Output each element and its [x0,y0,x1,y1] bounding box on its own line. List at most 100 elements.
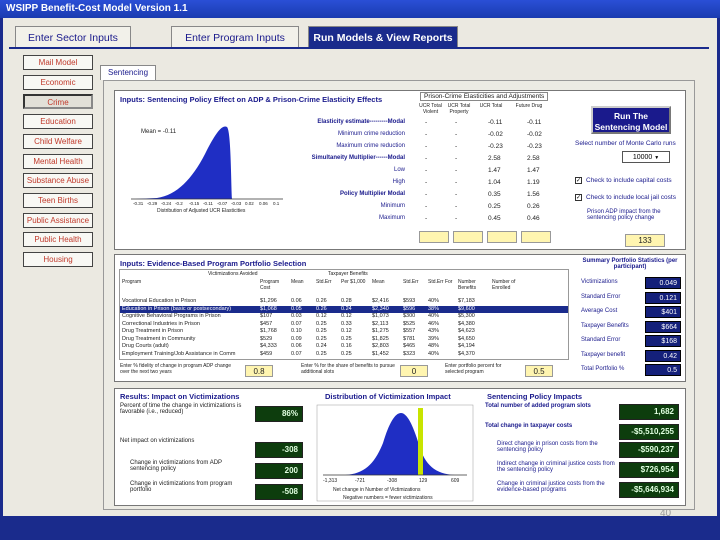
run-sentencing-model-button[interactable]: Run The Sentencing Model [591,106,671,134]
sidebar-item-substance-abuse[interactable]: Substance Abuse [23,173,93,188]
sidebar-item-education[interactable]: Education [23,114,93,129]
program-cell: 0.06 [291,298,302,304]
stat-value: $401 [645,306,681,318]
program-cell: 48% [428,343,440,349]
program-col-header: Mean [372,279,385,285]
program-cell: 43% [428,328,440,334]
program-cell: $300 [403,313,416,319]
program-cell: $4,370 [458,350,475,357]
sidebar-item-mental-health[interactable]: Mental Health [23,154,93,169]
program-row[interactable]: Vocational Education in Prison $1,296 0.06… [120,298,568,306]
section-title: Inputs: Sentencing Policy Effect on ADP … [120,95,383,104]
tab-enter-sector-inputs[interactable]: Enter Sector Inputs [15,26,131,48]
program-cell: $781 [403,335,416,342]
input2-value[interactable]: 0 [400,365,428,377]
elasticity-cell: - [425,191,428,198]
adp-vict-value: 200 [255,463,303,479]
program-cell: $9,600 [458,305,475,312]
program-cell: 0.12 [316,313,327,319]
sidebar-item-crime[interactable]: Crime [23,94,93,109]
elasticity-row-label: Maximum [378,215,405,221]
program-row[interactable]: Cognitive Behavioral Programs in Prison $… [120,313,568,321]
histogram-x-tick: 0.1 [273,201,280,206]
tab-divider [9,47,709,49]
jail-costs-checkbox[interactable]: ✓ [575,194,582,201]
section-title: Inputs: Evidence-Based Program Portfolio… [120,259,307,268]
program-cell: $5,300 [458,313,475,319]
program-cell: 38% [428,305,440,312]
elasticity-cell: - [425,131,428,138]
program-col-header: Number of Enrolled [492,279,516,291]
program-cell: 0.16 [341,343,352,349]
program-row[interactable]: Drug Treatment in Community $529 0.09 0.25 0… [120,335,568,344]
input-cell[interactable] [521,231,551,243]
program-row[interactable]: Employment Training/Job Assistance in Co… [120,350,568,359]
program-name: Drug Treatment in Community [122,335,196,342]
input-cell[interactable] [419,231,449,243]
program-cell: $107 [260,313,273,319]
impact-value: $726,954 [619,462,679,478]
stat-value: $168 [645,335,681,347]
input-cell[interactable] [453,231,483,243]
tab-enter-program-inputs[interactable]: Enter Program Inputs [171,26,299,48]
histogram-x-tick: 0.06 [259,201,268,206]
program-cell: 0.26 [316,305,327,312]
histogram-caption: Distribution of Adjusted UCR Elasticitie… [157,208,246,214]
input1-value[interactable]: 0.8 [245,365,273,377]
sidebar-item-public-assistance[interactable]: Public Assistance [23,213,93,228]
histogram-x-tick: -0.11 [203,201,213,206]
sidebar-item-mail-model[interactable]: Mail Model [23,55,93,70]
sidebar-item-teen-births[interactable]: Teen Births [23,193,93,208]
input2-label: Enter % for the share of benefits to pur… [301,363,395,375]
sidebar-item-public-health[interactable]: Public Health [23,232,93,247]
elasticity-cell: - [455,131,458,138]
program-cell: $465 [403,343,416,349]
program-row[interactable]: Correctional Industries in Prison $457 0.0… [120,320,568,329]
input3-value[interactable]: 0.5 [525,365,553,377]
elasticity-row-label: Elasticity estimate---------Modal [317,119,405,125]
col-header: UCR Total Property [447,103,471,115]
dist-note: Negative numbers = fewer victimizations [343,495,433,501]
input-cell[interactable] [487,231,517,243]
stat-label: Average Cost [581,308,618,314]
program-cell: 0.09 [291,335,302,342]
impact-value: -$5,510,255 [619,424,679,440]
program-row[interactable]: Drug Treatment in Prison $1,768 0.10 0.25 0.… [120,328,568,336]
col-header: Future Drug [515,103,543,109]
dist-x-tick: 609 [451,478,460,484]
sims-select[interactable]: 10000 ▼ [622,151,670,163]
program-row[interactable]: Drug Courts (adult) $4,333 0.06 0.24 0.16 $2,… [120,343,568,351]
program-cell: $525 [403,320,416,327]
elasticity-cell: - [455,215,458,222]
subtab-sentencing[interactable]: Sentencing [100,65,156,80]
program-cell: $457 [260,320,273,327]
program-cell: 40% [428,313,440,319]
elasticity-cell: -0.23 [527,143,542,150]
program-cell: 40% [428,298,440,304]
program-cell: 0.25 [341,335,352,342]
program-row[interactable]: Education in Prison (basic or postsecond… [120,305,568,313]
victimization-distribution-chart: -1,313 -721 -308 129 609 Net change in Numbe… [316,404,474,502]
program-cell: 0.06 [291,343,302,349]
sidebar-item-housing[interactable]: Housing [23,252,93,267]
stat-value: 0.049 [645,277,681,289]
zero-marker [418,408,423,475]
section-sentencing-inputs: Inputs: Sentencing Policy Effect on ADP … [114,90,686,250]
tab-run-models[interactable]: Run Models & View Reports [308,26,458,48]
title-bar: WSIPP Benefit-Cost Model Version 1.1 [0,0,720,18]
program-cell: 0.07 [291,320,302,327]
program-table: Victimizations Avoided Taxpayer Benefits… [119,269,569,360]
impact-label: Total change in taxpayer costs [485,423,573,429]
capital-costs-checkbox[interactable]: ✓ [575,177,582,184]
sidebar-item-child-welfare[interactable]: Child Welfare [23,134,93,149]
adp-value[interactable]: 133 [625,234,665,247]
elasticity-cell: - [455,143,458,150]
elasticity-cell: 0.45 [488,215,501,222]
program-cell: $4,194 [458,343,475,349]
sidebar-item-economic[interactable]: Economic [23,75,93,90]
section-results: Results: Impact on Victimizations Percen… [114,388,686,506]
elasticity-cell: -0.02 [488,131,503,138]
program-name: Education in Prison (basic or postsecond… [122,305,232,312]
prog-vict-label: Change in victimizations from program po… [130,481,233,493]
program-cell: $557 [403,328,416,334]
